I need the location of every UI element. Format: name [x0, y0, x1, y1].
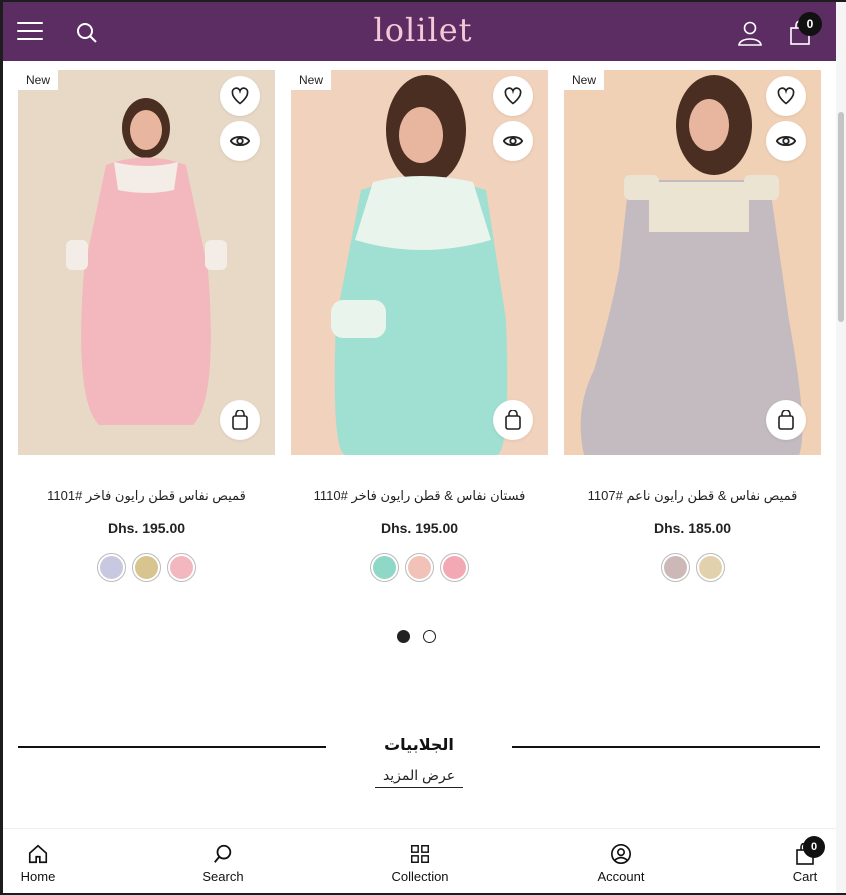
section-divider-left [18, 746, 326, 748]
color-swatch[interactable] [97, 553, 126, 582]
nav-label: Home [20, 869, 56, 884]
new-badge: New [291, 70, 332, 90]
account-icon [611, 844, 631, 864]
product-price: Dhs. 195.00 [107, 520, 186, 536]
product-card[interactable]: New فستان نفاس & قطن رايون فاخر #1110 Dh… [291, 70, 548, 590]
search-icon [214, 844, 232, 863]
color-swatch[interactable] [132, 553, 161, 582]
heart-icon [777, 87, 795, 105]
shopping-bag-icon [232, 410, 248, 430]
carousel-dot-1[interactable] [397, 630, 410, 643]
color-swatch[interactable] [167, 553, 196, 582]
product-card[interactable]: New قميص نفاس & قطن رايون ناعم #1107 Dhs… [564, 70, 821, 590]
new-badge: New [18, 70, 59, 90]
nav-home[interactable]: Home [15, 843, 61, 884]
nav-label: Search [202, 869, 244, 884]
product-carousel: New قميص نفاس قطن رايون فاخر #1101 Dhs. … [18, 70, 824, 590]
eye-icon [775, 135, 797, 147]
product-card[interactable]: New قميص نفاس قطن رايون فاخر #1101 Dhs. … [18, 70, 275, 590]
section-divider-right [512, 746, 820, 748]
shopping-bag-icon [778, 410, 794, 430]
color-swatch[interactable] [405, 553, 434, 582]
carousel-dot-2[interactable] [423, 630, 436, 643]
scrollbar-thumb[interactable] [838, 112, 844, 322]
color-swatches [564, 553, 821, 582]
carousel-pagination [397, 630, 436, 643]
wishlist-button[interactable] [220, 76, 260, 116]
section-title: الجلابيات [384, 737, 454, 754]
browser-viewport: lolilet 0 New قميص نفاس قطن رايون فاخر #… [3, 2, 836, 893]
product-title[interactable]: قميص نفاس & قطن رايون ناعم #1107 [564, 488, 821, 504]
menu-icon[interactable] [17, 22, 43, 42]
product-price: Dhs. 185.00 [653, 520, 732, 536]
color-swatch[interactable] [695, 553, 725, 582]
nav-label: Collection [391, 869, 449, 884]
add-to-cart-button[interactable] [220, 400, 260, 440]
new-badge: New [564, 70, 605, 90]
heart-icon [231, 87, 249, 105]
wishlist-button[interactable] [493, 76, 533, 116]
color-swatch[interactable] [440, 553, 469, 582]
color-swatches [291, 553, 548, 582]
grid-icon [411, 845, 429, 863]
site-header: lolilet 0 [3, 2, 836, 61]
nav-search[interactable]: Search [199, 843, 247, 884]
eye-icon [502, 135, 524, 147]
nav-label: Cart [792, 869, 818, 884]
cart-count-badge: 0 [803, 836, 825, 858]
site-logo[interactable]: lolilet [373, 10, 473, 50]
nav-collection[interactable]: Collection [387, 843, 453, 884]
quick-view-button[interactable] [766, 121, 806, 161]
cart-count-badge: 0 [798, 12, 822, 36]
quick-view-button[interactable] [493, 121, 533, 161]
add-to-cart-button[interactable] [493, 400, 533, 440]
account-icon[interactable] [737, 20, 763, 46]
wishlist-button[interactable] [766, 76, 806, 116]
add-to-cart-button[interactable] [766, 400, 806, 440]
shopping-bag-icon [505, 410, 521, 430]
nav-label: Account [597, 869, 645, 884]
scrollbar[interactable] [836, 2, 846, 893]
product-price: Dhs. 195.00 [380, 520, 459, 536]
color-swatches [18, 553, 275, 582]
eye-icon [229, 135, 251, 147]
color-swatch[interactable] [660, 553, 690, 582]
heart-icon [504, 87, 522, 105]
bottom-navigation: Home Search Collection Account Cart 0 [3, 828, 836, 893]
product-title[interactable]: فستان نفاس & قطن رايون فاخر #1110 [291, 488, 548, 504]
color-swatch[interactable] [370, 553, 399, 582]
search-icon[interactable] [75, 21, 99, 45]
home-icon [28, 844, 48, 864]
quick-view-button[interactable] [220, 121, 260, 161]
view-more-link[interactable]: عرض المزيد [375, 767, 463, 788]
product-title[interactable]: قميص نفاس قطن رايون فاخر #1101 [18, 488, 275, 504]
nav-account[interactable]: Account [592, 843, 650, 884]
dress-shape [81, 157, 211, 425]
